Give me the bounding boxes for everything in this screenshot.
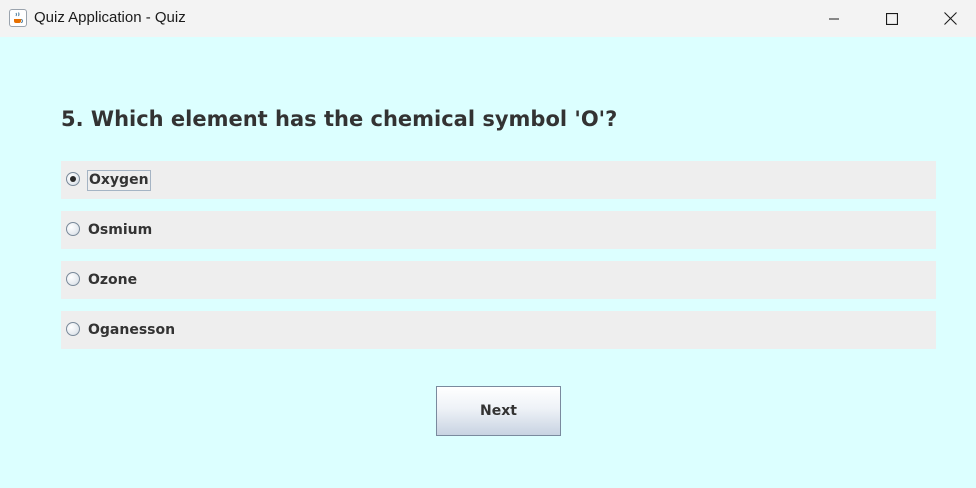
quiz-panel: 5. Which element has the chemical symbol…	[0, 37, 976, 488]
option-osmium[interactable]: Osmium	[61, 211, 936, 249]
option-label[interactable]: Ozone	[87, 270, 138, 291]
radio-button[interactable]	[66, 222, 80, 236]
option-ozone[interactable]: Ozone	[61, 261, 936, 299]
title-bar[interactable]: Quiz Application - Quiz	[0, 0, 976, 37]
close-icon	[943, 12, 957, 25]
minimize-icon	[829, 18, 839, 19]
question-text: 5. Which element has the chemical symbol…	[61, 107, 618, 131]
radio-button[interactable]	[66, 272, 80, 286]
window-title: Quiz Application - Quiz	[34, 9, 186, 26]
maximize-icon	[886, 12, 898, 25]
close-button[interactable]	[921, 0, 976, 37]
next-button[interactable]: Next	[436, 386, 561, 436]
java-cup-icon	[9, 9, 27, 27]
minimize-button[interactable]	[805, 0, 863, 37]
option-oganesson[interactable]: Oganesson	[61, 311, 936, 349]
maximize-button[interactable]	[863, 0, 921, 37]
option-oxygen[interactable]: Oxygen	[61, 161, 936, 199]
radio-button[interactable]	[66, 322, 80, 336]
radio-button-selected[interactable]	[66, 172, 80, 186]
option-label[interactable]: Osmium	[87, 220, 153, 241]
option-label[interactable]: Oganesson	[87, 320, 176, 341]
option-label[interactable]: Oxygen	[87, 170, 151, 191]
application-window: Quiz Application - Quiz 5. Which element…	[0, 0, 976, 488]
